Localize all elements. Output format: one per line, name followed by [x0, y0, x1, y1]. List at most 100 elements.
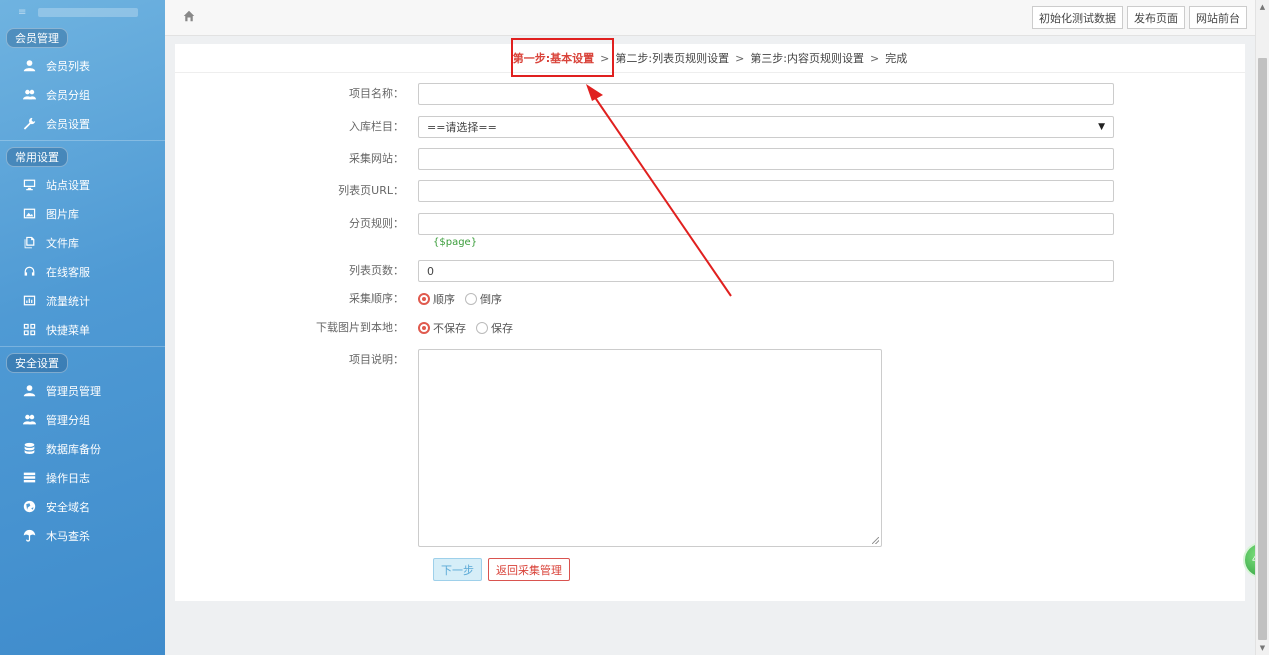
sidebar-item[interactable]: 木马查杀: [0, 521, 165, 550]
row-page-rule: 分页规则：: [175, 213, 1245, 235]
files-icon: [22, 236, 36, 250]
chart-icon: [22, 294, 36, 308]
page-count-label: 列表页数：: [349, 264, 404, 277]
row-actions: 下一步 返回采集管理: [175, 558, 1245, 581]
sidebar-item-label: 快捷菜单: [46, 323, 90, 337]
sidebar-item[interactable]: 会员设置: [0, 109, 165, 138]
sidebar-item[interactable]: 管理分组: [0, 405, 165, 434]
step-2: 第二步:列表页规则设置: [615, 52, 730, 65]
caret-down-icon: ▼: [1098, 122, 1105, 132]
download-radio-group: 不保存 保存: [418, 317, 523, 339]
sidebar: ≡ 会员管理会员列表会员分组会员设置常用设置站点设置图片库文件库在线客服 流量统计…: [0, 0, 165, 655]
page-scrollbar[interactable]: ▲ ▼: [1255, 0, 1269, 655]
project-name-input[interactable]: [418, 83, 1114, 105]
scroll-thumb[interactable]: [1258, 58, 1267, 640]
resize-grip-icon[interactable]: [872, 537, 879, 544]
sidebar-item[interactable]: 文件库: [0, 228, 165, 257]
publish-page-button[interactable]: 发布页面: [1127, 6, 1185, 29]
sidebar-item[interactable]: 管理员管理: [0, 376, 165, 405]
sidebar-item-label: 管理员管理: [46, 384, 101, 398]
logo-text: [38, 7, 139, 17]
site-frontend-button[interactable]: 网站前台: [1189, 6, 1247, 29]
sidebar-item[interactable]: 流量统计: [0, 286, 165, 315]
row-order: 采集顺序： 顺序 倒序: [175, 288, 1245, 310]
scroll-up-icon[interactable]: ▲: [1256, 0, 1269, 14]
step-separator: >: [735, 51, 745, 65]
database-icon: [22, 442, 36, 456]
init-test-data-button[interactable]: 初始化测试数据: [1032, 6, 1123, 29]
download-nosave-radio[interactable]: 不保存: [418, 320, 466, 336]
sidebar-item-label: 会员设置: [46, 117, 90, 131]
step-separator: >: [870, 51, 880, 65]
list-icon: [22, 471, 36, 485]
user-icon: [22, 59, 36, 73]
order-asc-radio[interactable]: 顺序: [418, 291, 455, 307]
home-icon[interactable]: [183, 10, 197, 24]
description-label: 项目说明：: [349, 353, 404, 366]
sidebar-item[interactable]: 会员分组: [0, 80, 165, 109]
sidebar-item-label: 木马查杀: [46, 529, 90, 543]
users-icon: [22, 88, 36, 102]
category-select[interactable]: ==请选择== ▼: [418, 116, 1114, 138]
sidebar-item-label: 管理分组: [46, 413, 90, 427]
top-buttons: 初始化测试数据 发布页面 网站前台: [1028, 6, 1247, 29]
page-count-input[interactable]: [418, 260, 1114, 282]
category-selected-value: ==请选择==: [427, 121, 497, 134]
sidebar-item[interactable]: 图片库: [0, 199, 165, 228]
top-bar: 初始化测试数据 发布页面 网站前台: [165, 0, 1255, 36]
row-category: 入库栏目： ==请选择== ▼: [175, 116, 1245, 138]
users-icon: [22, 413, 36, 427]
grid-icon: [22, 323, 36, 337]
sidebar-item[interactable]: 安全域名: [0, 492, 165, 521]
list-url-input[interactable]: [418, 180, 1114, 202]
sidebar-item-label: 操作日志: [46, 471, 90, 485]
sidebar-item-label: 会员分组: [46, 88, 90, 102]
sidebar-item[interactable]: 操作日志: [0, 463, 165, 492]
sidebar-item[interactable]: 在线客服: [0, 257, 165, 286]
sidebar-item[interactable]: 快捷菜单: [0, 315, 165, 344]
sidebar-group: 会员管理会员列表会员分组会员设置: [0, 24, 165, 138]
sidebar-divider: [0, 346, 165, 347]
site-label: 采集网站：: [349, 152, 404, 165]
sidebar-group-title[interactable]: 常用设置: [6, 147, 68, 167]
sidebar-item-label: 安全域名: [46, 500, 90, 514]
logo-icon: ≡: [18, 6, 27, 18]
umbrella-icon: [22, 529, 36, 543]
sidebar-group-title[interactable]: 会员管理: [6, 28, 68, 48]
site-input[interactable]: [418, 148, 1114, 170]
sidebar-item-label: 文件库: [46, 236, 79, 250]
order-desc-radio[interactable]: 倒序: [465, 291, 502, 307]
sidebar-item[interactable]: 数据库备份: [0, 434, 165, 463]
row-project-name: 项目名称：: [175, 83, 1245, 105]
sidebar-item-label: 站点设置: [46, 178, 90, 192]
project-name-label: 项目名称：: [349, 87, 404, 100]
next-step-button[interactable]: 下一步: [433, 558, 482, 581]
main-panel: 第一步:基本设置 > 第二步:列表页规则设置 > 第三步:内容页规则设置 > 完…: [175, 38, 1245, 601]
back-to-collect-button[interactable]: 返回采集管理: [488, 558, 570, 581]
step-done: 完成: [885, 52, 908, 65]
sidebar-header: ≡: [0, 0, 165, 24]
sidebar-group: 常用设置站点设置图片库文件库在线客服 流量统计快捷菜单: [0, 143, 165, 344]
page-rule-input[interactable]: [418, 213, 1114, 235]
page-rule-hint: {$page}: [433, 237, 478, 248]
order-radio-group: 顺序 倒序: [418, 288, 512, 310]
sidebar-item-label: 会员列表: [46, 59, 90, 73]
row-download: 下载图片到本地： 不保存 保存: [175, 317, 1245, 339]
user-icon: [22, 384, 36, 398]
category-label: 入库栏目：: [349, 120, 404, 133]
wrench-icon: [22, 117, 36, 131]
sidebar-group: 安全设置管理员管理管理分组数据库备份操作日志安全域名木马查杀: [0, 349, 165, 550]
annotation-highlight-box: [511, 38, 614, 77]
globe-icon: [22, 500, 36, 514]
download-save-radio[interactable]: 保存: [476, 320, 513, 336]
step-breadcrumb: 第一步:基本设置 > 第二步:列表页规则设置 > 第三步:内容页规则设置 > 完…: [175, 44, 1245, 73]
scroll-down-icon[interactable]: ▼: [1256, 641, 1269, 655]
sidebar-item[interactable]: 站点设置: [0, 170, 165, 199]
sidebar-group-title[interactable]: 安全设置: [6, 353, 68, 373]
sidebar-item[interactable]: 会员列表: [0, 51, 165, 80]
headset-icon: [22, 265, 36, 279]
download-label: 下载图片到本地：: [316, 321, 404, 334]
sidebar-divider: [0, 140, 165, 141]
description-textarea[interactable]: [418, 349, 882, 547]
order-label: 采集顺序：: [349, 292, 404, 305]
